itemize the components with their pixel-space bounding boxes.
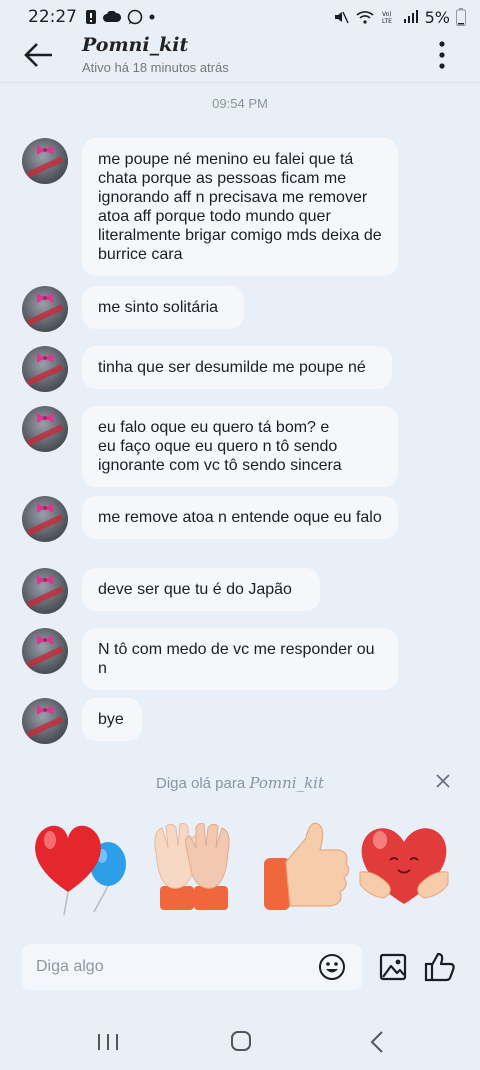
heart-balloons-sticker[interactable] bbox=[28, 812, 128, 916]
message-bubble[interactable]: N tô com medo de vc me responder ou n bbox=[82, 628, 398, 690]
battery-icon bbox=[456, 8, 466, 26]
message-row: eu falo oque eu quero tá bom? e eu faço … bbox=[22, 406, 398, 487]
message-row: me sinto solitária bbox=[22, 286, 244, 332]
avatar[interactable] bbox=[22, 568, 68, 614]
message-row: me poupe né menino eu falei que tá chata… bbox=[22, 138, 398, 276]
svg-text:Vo): Vo) bbox=[382, 11, 392, 18]
emoji-icon[interactable] bbox=[318, 953, 346, 981]
message-timestamp: 09:54 PM bbox=[212, 96, 268, 111]
message-row: me remove atoa n entende oque eu falo bbox=[22, 496, 398, 542]
greeting-prompt: Diga olá para Pomni_kit bbox=[0, 774, 480, 792]
greeting-name: Pomni_kit bbox=[249, 774, 325, 792]
header-divider bbox=[0, 82, 480, 83]
recents-icon[interactable] bbox=[96, 1032, 120, 1052]
avatar[interactable] bbox=[22, 628, 68, 674]
message-row: tinha que ser desumilde me poupe né bbox=[22, 346, 392, 392]
message-row: bye bbox=[22, 698, 142, 744]
status-time: 22:27 bbox=[28, 7, 77, 27]
thumbs-up-sticker[interactable] bbox=[256, 812, 356, 916]
signal-icon bbox=[403, 10, 418, 23]
system-nav-bar bbox=[0, 1018, 480, 1068]
notification-icon bbox=[86, 10, 96, 24]
volte-icon: Vo)LTE bbox=[382, 11, 392, 25]
avatar[interactable] bbox=[22, 346, 68, 392]
message-row: N tô com medo de vc me responder ou n bbox=[22, 628, 398, 690]
avatar[interactable] bbox=[22, 286, 68, 332]
status-bar: 22:27 Vo) LTE 5% bbox=[0, 0, 480, 34]
avatar[interactable] bbox=[22, 698, 68, 744]
whatsapp-icon bbox=[127, 9, 143, 25]
waving-hands-sticker[interactable] bbox=[142, 812, 242, 916]
message-bubble[interactable]: me sinto solitária bbox=[82, 286, 244, 329]
svg-text:LTE: LTE bbox=[382, 18, 392, 25]
avatar[interactable] bbox=[22, 406, 68, 452]
nav-back-icon[interactable] bbox=[370, 1030, 384, 1054]
contact-status: Ativo há 18 minutos atrás bbox=[82, 60, 229, 75]
image-icon[interactable] bbox=[379, 953, 407, 981]
wifi-icon bbox=[356, 11, 374, 24]
battery-percent: 5% bbox=[424, 7, 450, 27]
message-bubble[interactable]: bye bbox=[82, 698, 142, 741]
more-options-icon[interactable] bbox=[438, 40, 446, 70]
dot-icon bbox=[149, 14, 155, 20]
close-icon[interactable] bbox=[434, 772, 452, 790]
thumbs-up-icon[interactable] bbox=[424, 951, 456, 983]
message-bubble[interactable]: tinha que ser desumilde me poupe né bbox=[82, 346, 392, 389]
message-bubble[interactable]: deve ser que tu é do Japão bbox=[82, 568, 320, 611]
contact-name: Pomni_kit bbox=[82, 34, 189, 56]
message-row: deve ser que tu é do Japão bbox=[22, 568, 320, 614]
message-bubble[interactable]: me remove atoa n entende oque eu falo bbox=[82, 496, 398, 539]
mute-icon bbox=[334, 11, 349, 24]
contact-info[interactable]: Pomni_kit Ativo há 18 minutos atrás bbox=[82, 34, 229, 75]
back-arrow-icon[interactable] bbox=[22, 38, 56, 72]
message-bubble[interactable]: eu falo oque eu quero tá bom? e eu faço … bbox=[82, 406, 398, 487]
avatar[interactable] bbox=[22, 138, 68, 184]
message-input-container bbox=[22, 944, 362, 990]
hugging-heart-sticker[interactable] bbox=[354, 812, 454, 916]
chat-header: Pomni_kit Ativo há 18 minutos atrás bbox=[0, 34, 480, 82]
message-input[interactable] bbox=[36, 958, 296, 976]
home-icon[interactable] bbox=[230, 1030, 252, 1052]
cloud-icon bbox=[103, 11, 121, 22]
greeting-prefix: Diga olá para bbox=[155, 775, 250, 792]
avatar[interactable] bbox=[22, 496, 68, 542]
message-bubble[interactable]: me poupe né menino eu falei que tá chata… bbox=[82, 138, 398, 276]
